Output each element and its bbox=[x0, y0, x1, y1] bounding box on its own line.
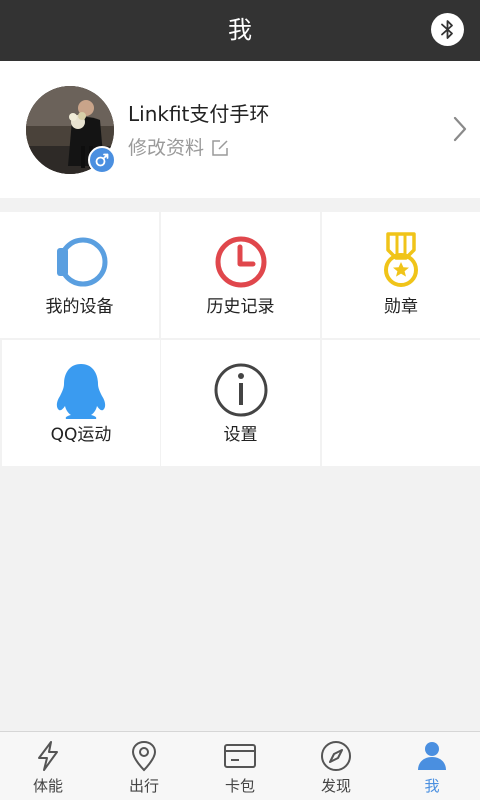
tab-label: 我 bbox=[424, 777, 440, 795]
menu-item-label: 勋章 bbox=[384, 297, 418, 317]
page-title: 我 bbox=[228, 16, 252, 44]
menu-item-label: QQ运动 bbox=[50, 425, 112, 445]
card-icon bbox=[224, 744, 256, 768]
tab-fitness[interactable]: 体能 bbox=[0, 732, 96, 800]
info-icon bbox=[214, 363, 267, 417]
gender-badge bbox=[88, 146, 116, 174]
menu-item-history[interactable]: 历史记录 bbox=[161, 212, 320, 338]
qq-penguin-icon bbox=[56, 364, 106, 419]
menu-item-my-devices[interactable]: 我的设备 bbox=[0, 212, 159, 338]
tab-label: 卡包 bbox=[224, 777, 255, 795]
edit-profile-label: 修改资料 bbox=[128, 137, 205, 159]
location-pin-icon bbox=[131, 740, 157, 772]
profile-card[interactable]: Linkfit支付手环 修改资料 bbox=[0, 61, 480, 198]
watch-icon bbox=[56, 237, 107, 287]
bluetooth-button[interactable] bbox=[431, 13, 464, 46]
tab-me[interactable]: 我 bbox=[384, 732, 480, 800]
menu-grid: 我的设备 历史记录 勋章 QQ运动 设置 bbox=[0, 212, 480, 466]
edit-profile-link[interactable]: 修改资料 bbox=[128, 135, 230, 161]
chevron-right-icon[interactable] bbox=[452, 115, 468, 143]
menu-item-settings[interactable]: 设置 bbox=[161, 340, 320, 466]
bottom-tab-bar: 体能 出行 卡包 发现 我 bbox=[0, 731, 480, 800]
male-icon bbox=[95, 153, 109, 167]
edit-icon bbox=[212, 140, 228, 156]
title-bar: 我 bbox=[0, 0, 480, 61]
tab-label: 出行 bbox=[128, 777, 159, 795]
bluetooth-icon bbox=[441, 20, 453, 39]
menu-item-medals[interactable]: 勋章 bbox=[322, 212, 480, 338]
menu-item-label: 历史记录 bbox=[206, 297, 275, 317]
menu-item-label: 设置 bbox=[223, 425, 258, 445]
menu-item-qq-sport[interactable]: QQ运动 bbox=[2, 340, 160, 466]
profile-name: Linkfit支付手环 bbox=[128, 102, 270, 126]
tab-discover[interactable]: 发现 bbox=[288, 732, 384, 800]
menu-item-label: 我的设备 bbox=[45, 297, 114, 317]
compass-icon bbox=[321, 741, 351, 771]
person-icon bbox=[418, 742, 446, 770]
tab-wallet[interactable]: 卡包 bbox=[192, 732, 288, 800]
lightning-icon bbox=[38, 741, 58, 771]
tab-label: 体能 bbox=[32, 777, 63, 795]
tab-label: 发现 bbox=[320, 777, 351, 795]
clock-icon bbox=[215, 236, 266, 288]
medal-icon bbox=[384, 232, 418, 287]
tab-travel[interactable]: 出行 bbox=[96, 732, 192, 800]
menu-item-empty bbox=[322, 340, 480, 466]
